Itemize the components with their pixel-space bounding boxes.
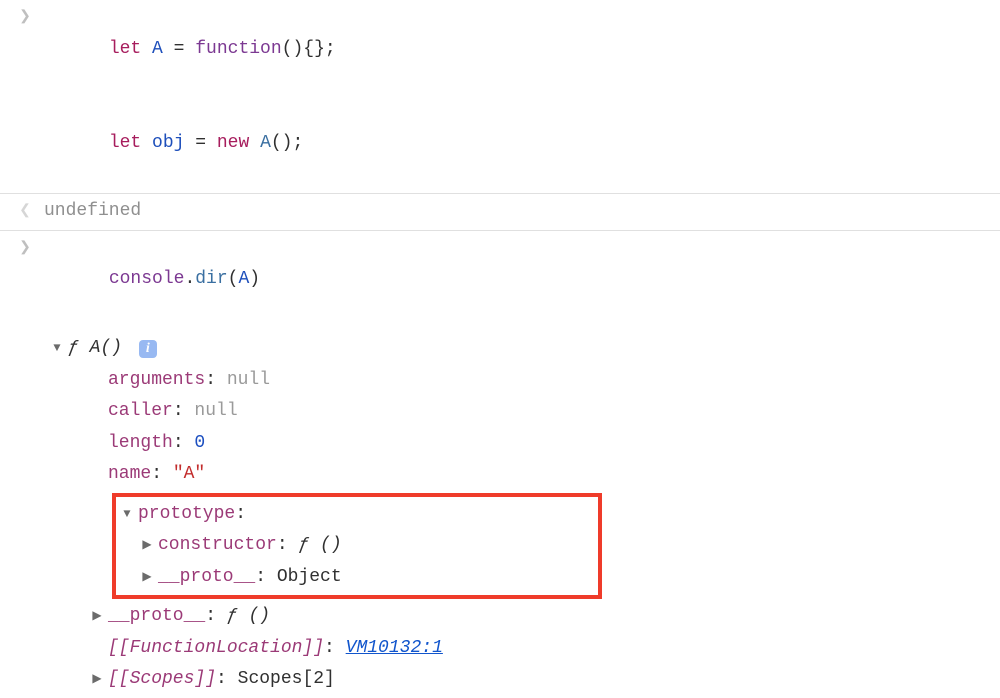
source-link[interactable]: VM10132:1 bbox=[346, 633, 443, 665]
prop-key: constructor bbox=[158, 530, 277, 562]
prop-scopes[interactable]: ▶ [[Scopes]]: Scopes[2] bbox=[48, 664, 1000, 696]
input-chevron: ❯ bbox=[10, 233, 40, 261]
prop-key: [[FunctionLocation]] bbox=[108, 633, 324, 665]
prop-prototype[interactable]: ▼ prototype: bbox=[118, 499, 592, 531]
keyword-function: function bbox=[195, 39, 281, 59]
info-icon[interactable]: i bbox=[139, 340, 157, 358]
object-tree: ▼ ƒ A() i ▶ arguments: null ▶ caller: nu… bbox=[40, 331, 1000, 696]
prop-caller[interactable]: ▶ caller: null bbox=[48, 396, 1000, 428]
prop-value: Object bbox=[277, 562, 342, 594]
prop-value: () bbox=[248, 601, 270, 633]
output-chevron: ❮ bbox=[10, 196, 40, 224]
prop-key: name bbox=[108, 459, 151, 491]
console-input-row-1: ❯ let A = function(){}; let obj = new A(… bbox=[0, 0, 1000, 193]
prop-value: 0 bbox=[194, 428, 205, 460]
prop-key: length bbox=[108, 428, 173, 460]
undefined-value: undefined bbox=[44, 201, 141, 221]
prop-key: [[Scopes]] bbox=[108, 664, 216, 696]
code-block-2[interactable]: console.dir(A) bbox=[40, 233, 1000, 328]
disclosure-triangle-right-icon[interactable]: ▶ bbox=[88, 606, 106, 627]
prop-key: __proto__ bbox=[108, 601, 205, 633]
tree-head[interactable]: ▼ ƒ A() i bbox=[48, 333, 1000, 365]
chevron-right-icon: ❯ bbox=[19, 5, 31, 30]
identifier-A: A bbox=[152, 39, 163, 59]
prop-arguments[interactable]: ▶ arguments: null bbox=[48, 365, 1000, 397]
prop-length[interactable]: ▶ length: 0 bbox=[48, 428, 1000, 460]
prop-value: () bbox=[320, 530, 342, 562]
input-chevron: ❯ bbox=[10, 2, 40, 30]
identifier-obj: obj bbox=[152, 133, 184, 153]
function-signature: A() bbox=[79, 333, 133, 365]
disclosure-triangle-down-icon[interactable]: ▼ bbox=[48, 338, 66, 359]
keyword-new: new bbox=[217, 133, 249, 153]
call-A: A bbox=[260, 133, 271, 153]
console-output-row-1: ❮ undefined bbox=[0, 193, 1000, 231]
disclosure-triangle-right-icon[interactable]: ▶ bbox=[138, 567, 156, 588]
console-output-row-2: ▼ ƒ A() i ▶ arguments: null ▶ caller: nu… bbox=[0, 329, 1000, 698]
chevron-right-icon: ❯ bbox=[19, 236, 31, 261]
prop-key: caller bbox=[108, 396, 173, 428]
highlight-box: ▼ prototype: ▶ constructor: ƒ () ▶ __pro… bbox=[112, 493, 602, 600]
keyword-let: let bbox=[109, 39, 141, 59]
disclosure-triangle-right-icon[interactable]: ▶ bbox=[138, 535, 156, 556]
code-block-1[interactable]: let A = function(){}; let obj = new A(); bbox=[40, 2, 1000, 191]
function-f-glyph: ƒ bbox=[227, 601, 249, 633]
arg-A: A bbox=[238, 269, 249, 289]
prop-value: "A" bbox=[173, 459, 205, 491]
prop-key: arguments bbox=[108, 365, 205, 397]
dir-method: dir bbox=[195, 269, 227, 289]
prop-key: prototype bbox=[138, 499, 235, 531]
keyword-let: let bbox=[109, 133, 141, 153]
prop-value: Scopes[2] bbox=[238, 664, 335, 696]
console-input-row-2: ❯ console.dir(A) bbox=[0, 231, 1000, 330]
function-f-glyph: ƒ bbox=[298, 530, 320, 562]
disclosure-triangle-down-icon[interactable]: ▼ bbox=[118, 504, 136, 525]
prop-constructor[interactable]: ▶ constructor: ƒ () bbox=[118, 530, 592, 562]
prop-value: null bbox=[227, 365, 270, 397]
prop-proto-inner[interactable]: ▶ __proto__: Object bbox=[118, 562, 592, 594]
prop-key: __proto__ bbox=[158, 562, 255, 594]
function-f-glyph: ƒ bbox=[68, 333, 79, 365]
chevron-left-icon: ❮ bbox=[19, 199, 31, 224]
prop-name[interactable]: ▶ name: "A" bbox=[48, 459, 1000, 491]
prop-value: null bbox=[194, 396, 237, 428]
console-object: console bbox=[109, 269, 185, 289]
disclosure-triangle-right-icon[interactable]: ▶ bbox=[88, 669, 106, 690]
prop-function-location[interactable]: ▶ [[FunctionLocation]]: VM10132:1 bbox=[48, 633, 1000, 665]
prop-proto-outer[interactable]: ▶ __proto__: ƒ () bbox=[48, 601, 1000, 633]
